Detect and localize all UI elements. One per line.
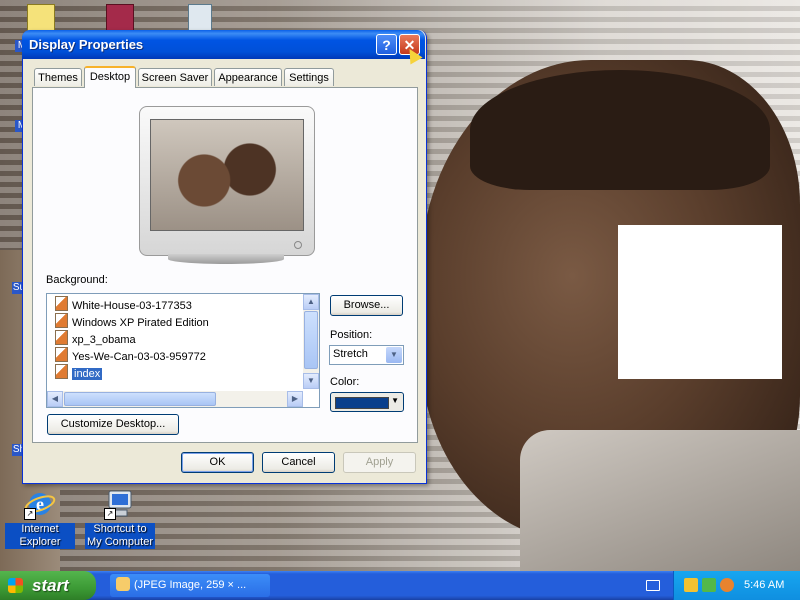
- color-label: Color:: [330, 376, 360, 388]
- vertical-scrollbar[interactable]: ▲ ▼: [303, 294, 319, 389]
- desktop-icon-label: Internet Explorer: [5, 523, 75, 549]
- image-file-icon: [55, 296, 68, 311]
- apply-button: Apply: [343, 452, 416, 473]
- keyboard-icon[interactable]: [646, 580, 660, 591]
- key-shortcut-icon[interactable]: [106, 4, 134, 32]
- network-icon[interactable]: [702, 578, 716, 592]
- color-swatch: [335, 397, 389, 409]
- wallpaper-preview: [150, 119, 304, 231]
- customize-desktop-button[interactable]: Customize Desktop...: [47, 414, 179, 435]
- desktop-icon-my-computer[interactable]: ↗ Shortcut to My Computer: [85, 488, 155, 549]
- list-item[interactable]: Yes-We-Can-03-03-959772: [55, 347, 206, 363]
- position-value: Stretch: [333, 348, 368, 360]
- image-file-icon: [55, 347, 68, 362]
- background-listbox[interactable]: White-House-03-177353 Windows XP Pirated…: [46, 293, 320, 408]
- tab-desktop[interactable]: Desktop: [84, 66, 136, 88]
- scroll-right-icon[interactable]: ▶: [287, 391, 303, 407]
- ok-button[interactable]: OK: [181, 452, 254, 473]
- horizontal-scrollbar[interactable]: ◀ ▶: [47, 391, 303, 407]
- wallpaper-collar: [520, 430, 800, 571]
- shortcut-arrow-icon: ↗: [104, 508, 116, 520]
- background-label: Background:: [46, 274, 108, 286]
- search-icon[interactable]: [720, 578, 734, 592]
- taskbar-item-label: (JPEG Image, 259 × ...: [134, 579, 247, 591]
- scroll-left-icon[interactable]: ◀: [47, 391, 63, 407]
- scroll-down-icon[interactable]: ▼: [303, 373, 319, 389]
- start-button[interactable]: start: [0, 571, 96, 600]
- start-label: start: [32, 576, 69, 595]
- tab-screen-saver[interactable]: Screen Saver: [138, 68, 212, 86]
- tab-themes[interactable]: Themes: [34, 68, 82, 86]
- list-item-label: White-House-03-177353: [72, 300, 192, 312]
- taskbar-item-jpeg-image[interactable]: (JPEG Image, 259 × ...: [110, 574, 270, 597]
- taskbar: start (JPEG Image, 259 × ... 5:46 AM: [0, 571, 800, 600]
- security-shield-icon[interactable]: [684, 578, 698, 592]
- power-led-icon: [294, 241, 302, 249]
- clock: 5:46 AM: [744, 579, 785, 591]
- image-file-icon: [55, 313, 68, 328]
- color-picker-button[interactable]: ▼: [330, 392, 404, 412]
- list-item-label: Yes-We-Can-03-03-959772: [72, 351, 206, 363]
- monitor-preview-icon: [139, 106, 315, 256]
- tab-settings[interactable]: Settings: [284, 68, 334, 86]
- list-item[interactable]: Windows XP Pirated Edition: [55, 313, 209, 329]
- vertical-scroll-thumb[interactable]: [304, 311, 318, 369]
- redaction-box: [618, 225, 782, 379]
- my-computer-icon: ↗: [104, 488, 136, 520]
- cancel-button[interactable]: Cancel: [262, 452, 335, 473]
- list-item-label: index: [72, 368, 103, 380]
- desktop-icon-internet-explorer[interactable]: e ↗ Internet Explorer: [5, 488, 75, 549]
- position-select[interactable]: Stretch ▼: [329, 345, 404, 365]
- list-item-selected[interactable]: index: [55, 364, 103, 380]
- display-properties-window: Display Properties ? ✕ Themes Desktop Sc…: [22, 30, 427, 484]
- browser-window-icon: [116, 577, 130, 591]
- desktop-tab-panel: Background: White-House-03-177353 Window…: [32, 87, 418, 443]
- chevron-down-icon: ▼: [391, 396, 399, 405]
- image-file-icon: [55, 330, 68, 345]
- window-title: Display Properties: [29, 37, 144, 52]
- list-item-label: Windows XP Pirated Edition: [72, 317, 209, 329]
- horizontal-scroll-thumb[interactable]: [64, 392, 216, 406]
- internet-explorer-icon: e ↗: [24, 488, 56, 520]
- desktop-icon-label: Shortcut to My Computer: [85, 523, 155, 549]
- folder-shortcut-icon[interactable]: [27, 4, 55, 32]
- position-label: Position:: [330, 329, 373, 341]
- image-file-icon: [55, 364, 68, 379]
- list-item[interactable]: xp_3_obama: [55, 330, 136, 346]
- monitor-stand: [168, 254, 284, 264]
- wallpaper-hair: [470, 70, 770, 190]
- help-button[interactable]: ?: [376, 34, 397, 55]
- chevron-down-icon[interactable]: ▼: [386, 347, 402, 363]
- list-item[interactable]: White-House-03-177353: [55, 296, 192, 312]
- image-shortcut-icon[interactable]: [188, 4, 212, 32]
- shortcut-arrow-icon: ↗: [24, 508, 36, 520]
- windows-logo-icon: [8, 578, 23, 593]
- tab-appearance[interactable]: Appearance: [214, 68, 282, 86]
- title-bar[interactable]: Display Properties ? ✕: [22, 30, 425, 59]
- list-item-label: xp_3_obama: [72, 334, 136, 346]
- scroll-up-icon[interactable]: ▲: [303, 294, 319, 310]
- browse-button[interactable]: Browse...: [330, 295, 403, 316]
